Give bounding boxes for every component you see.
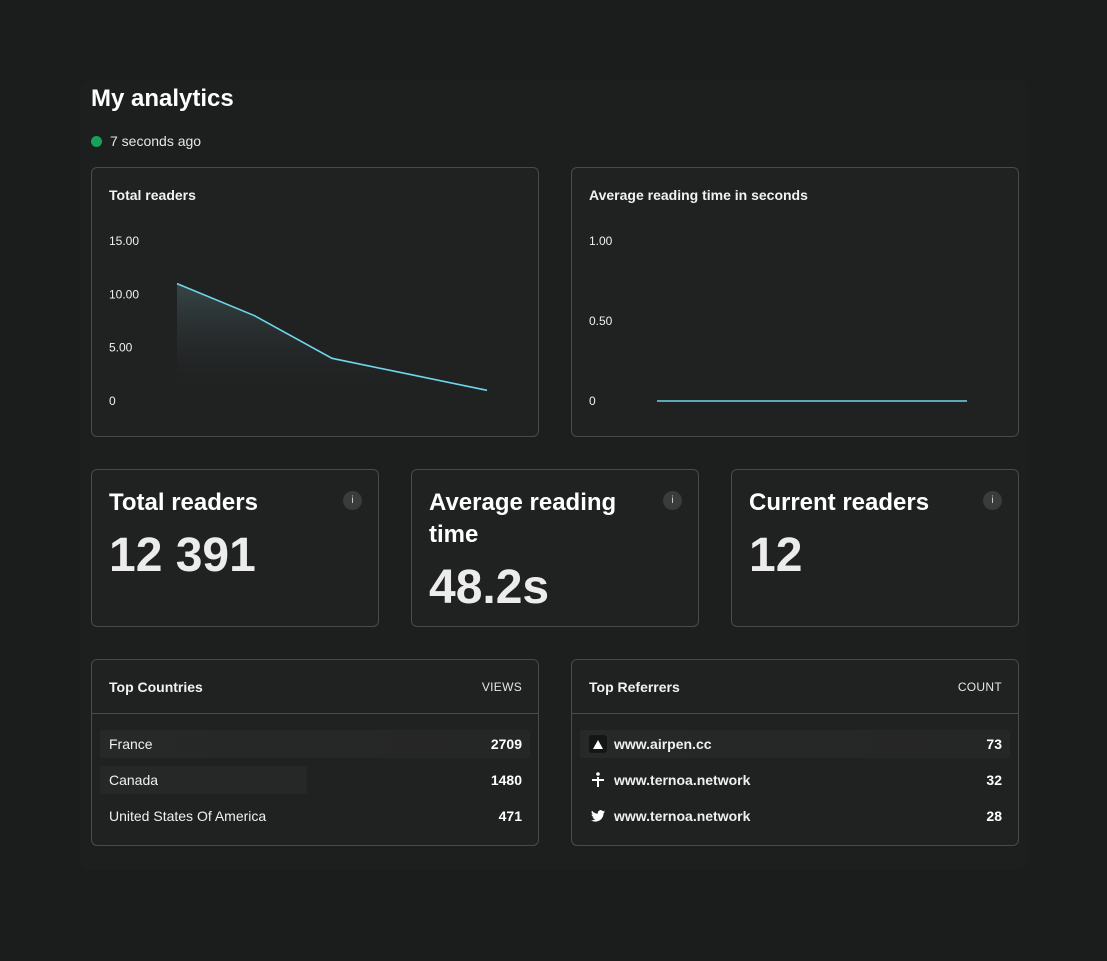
last-updated-text: 7 seconds ago [110, 133, 202, 149]
stat-card-total-readers: Total readers i 12 391 [91, 469, 379, 627]
info-icon[interactable]: i [663, 491, 682, 510]
country-name: United States Of America [109, 808, 267, 824]
referrer-count: 28 [986, 808, 1002, 824]
total-readers-chart-card: Total readers 15.00 10.00 5.00 0 [91, 167, 539, 437]
avg-reading-time-chart: 1.00 0.50 0 [589, 234, 968, 408]
referrer-count: 32 [986, 772, 1002, 788]
stat-card-avg-reading-time: Average reading time i 48.2s [411, 469, 699, 627]
stat-label: Total readers [109, 489, 258, 516]
top-countries-table: Top Countries VIEWS France 2709 Canada 1… [91, 659, 539, 846]
avg-reading-time-chart-card: Average reading time in seconds 1.00 0.50… [571, 167, 1019, 437]
page-title: My analytics [91, 85, 234, 112]
country-name: Canada [109, 772, 159, 788]
y-tick-label: 5.00 [109, 341, 133, 355]
country-views: 1480 [490, 772, 522, 788]
y-tick-label: 0 [109, 394, 116, 408]
ternoa-logo-icon [589, 771, 607, 789]
live-status-dot [91, 135, 102, 147]
stat-card-current-readers: Current readers i 12 [731, 469, 1019, 627]
y-tick-label: 10.00 [109, 287, 139, 301]
stat-label: Current readers [749, 489, 930, 516]
y-tick-label: 1.00 [589, 234, 613, 248]
country-name: France [109, 736, 153, 752]
referrer-name: www.ternoa.network [614, 808, 751, 824]
table-row[interactable]: www.ternoa.network 32 [580, 766, 1010, 794]
table-header: Top Referrers COUNT [572, 660, 1018, 714]
table-title: Top Referrers [589, 678, 680, 695]
y-tick-label: 15.00 [109, 234, 139, 248]
referrer-name: www.airpen.cc [614, 736, 712, 752]
stat-value: 12 391 [109, 529, 256, 582]
table-row[interactable]: France 2709 [100, 730, 530, 758]
referrer-name: www.ternoa.network [614, 772, 751, 788]
info-icon[interactable]: i [983, 491, 1002, 510]
airpen-logo-icon [589, 735, 607, 753]
last-updated-status: 7 seconds ago [91, 133, 201, 149]
country-views: 471 [498, 808, 522, 824]
twitter-icon [589, 807, 607, 825]
y-tick-label: 0 [589, 394, 596, 408]
table-title: Top Countries [109, 678, 203, 695]
table-row[interactable]: www.airpen.cc 73 [580, 730, 1010, 758]
total-readers-chart: 15.00 10.00 5.00 0 [109, 234, 488, 408]
series-area [177, 283, 487, 401]
country-views: 2709 [490, 736, 522, 752]
top-referrers-table: Top Referrers COUNT www.airpen.cc 73 www… [571, 659, 1019, 846]
table-row[interactable]: Canada 1480 [100, 766, 530, 794]
stat-label: Average reading time [429, 489, 617, 548]
stat-value: 48.2s [429, 561, 550, 614]
table-row[interactable]: United States Of America 471 [100, 802, 530, 830]
table-header: Top Countries VIEWS [92, 660, 538, 714]
y-tick-label: 0.50 [589, 314, 613, 328]
info-icon[interactable]: i [343, 491, 362, 510]
stat-value: 12 [749, 529, 803, 582]
column-header: VIEWS [481, 679, 522, 694]
column-header: COUNT [957, 679, 1002, 694]
referrer-count: 73 [986, 736, 1002, 752]
table-row[interactable]: www.ternoa.network 28 [580, 802, 1010, 830]
